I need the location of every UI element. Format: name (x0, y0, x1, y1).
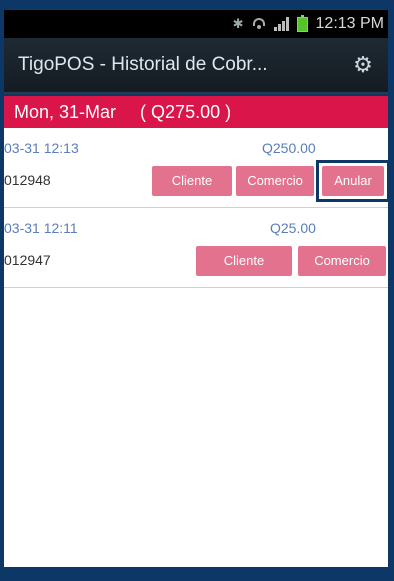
cliente-button[interactable]: Cliente (152, 166, 232, 196)
transaction-number: 012948 (4, 172, 51, 188)
gear-icon[interactable]: ⚙ (352, 54, 374, 76)
transaction-time: 03-31 12:13 (4, 140, 79, 156)
status-time: 12:13 PM (315, 15, 384, 32)
anular-highlight-box (316, 160, 390, 202)
cliente-button[interactable]: Cliente (196, 246, 292, 276)
transaction-time: 03-31 12:11 (4, 220, 78, 236)
transaction-amount: Q250.00 (262, 140, 316, 156)
status-bar: ✱ 12:13 PM (4, 10, 388, 38)
signal-icon (273, 17, 289, 31)
transaction-row: 03-31 12:11 Q25.00 012947 Cliente Comerc… (4, 208, 388, 288)
battery-icon (296, 14, 308, 32)
app-title: TigoPOS - Historial de Cobr... (18, 54, 268, 75)
comercio-button[interactable]: Comercio (236, 166, 314, 196)
date-label: Mon, 31-Mar (14, 101, 117, 122)
date-total: ( Q275.00 ) (140, 101, 232, 122)
transaction-amount: Q25.00 (270, 220, 316, 236)
wifi-icon (252, 17, 266, 31)
transaction-row: 03-31 12:13 Q250.00 012948 Cliente Comer… (4, 128, 390, 208)
transaction-list: 03-31 12:13 Q250.00 012948 Cliente Comer… (4, 128, 390, 567)
bluetooth-icon: ✱ (232, 16, 244, 31)
transaction-number: 012947 (4, 252, 51, 268)
app-bar: TigoPOS - Historial de Cobr... ⚙ (4, 38, 388, 94)
comercio-button[interactable]: Comercio (298, 246, 386, 276)
date-header: Mon, 31-Mar ( Q275.00 ) (4, 96, 388, 128)
